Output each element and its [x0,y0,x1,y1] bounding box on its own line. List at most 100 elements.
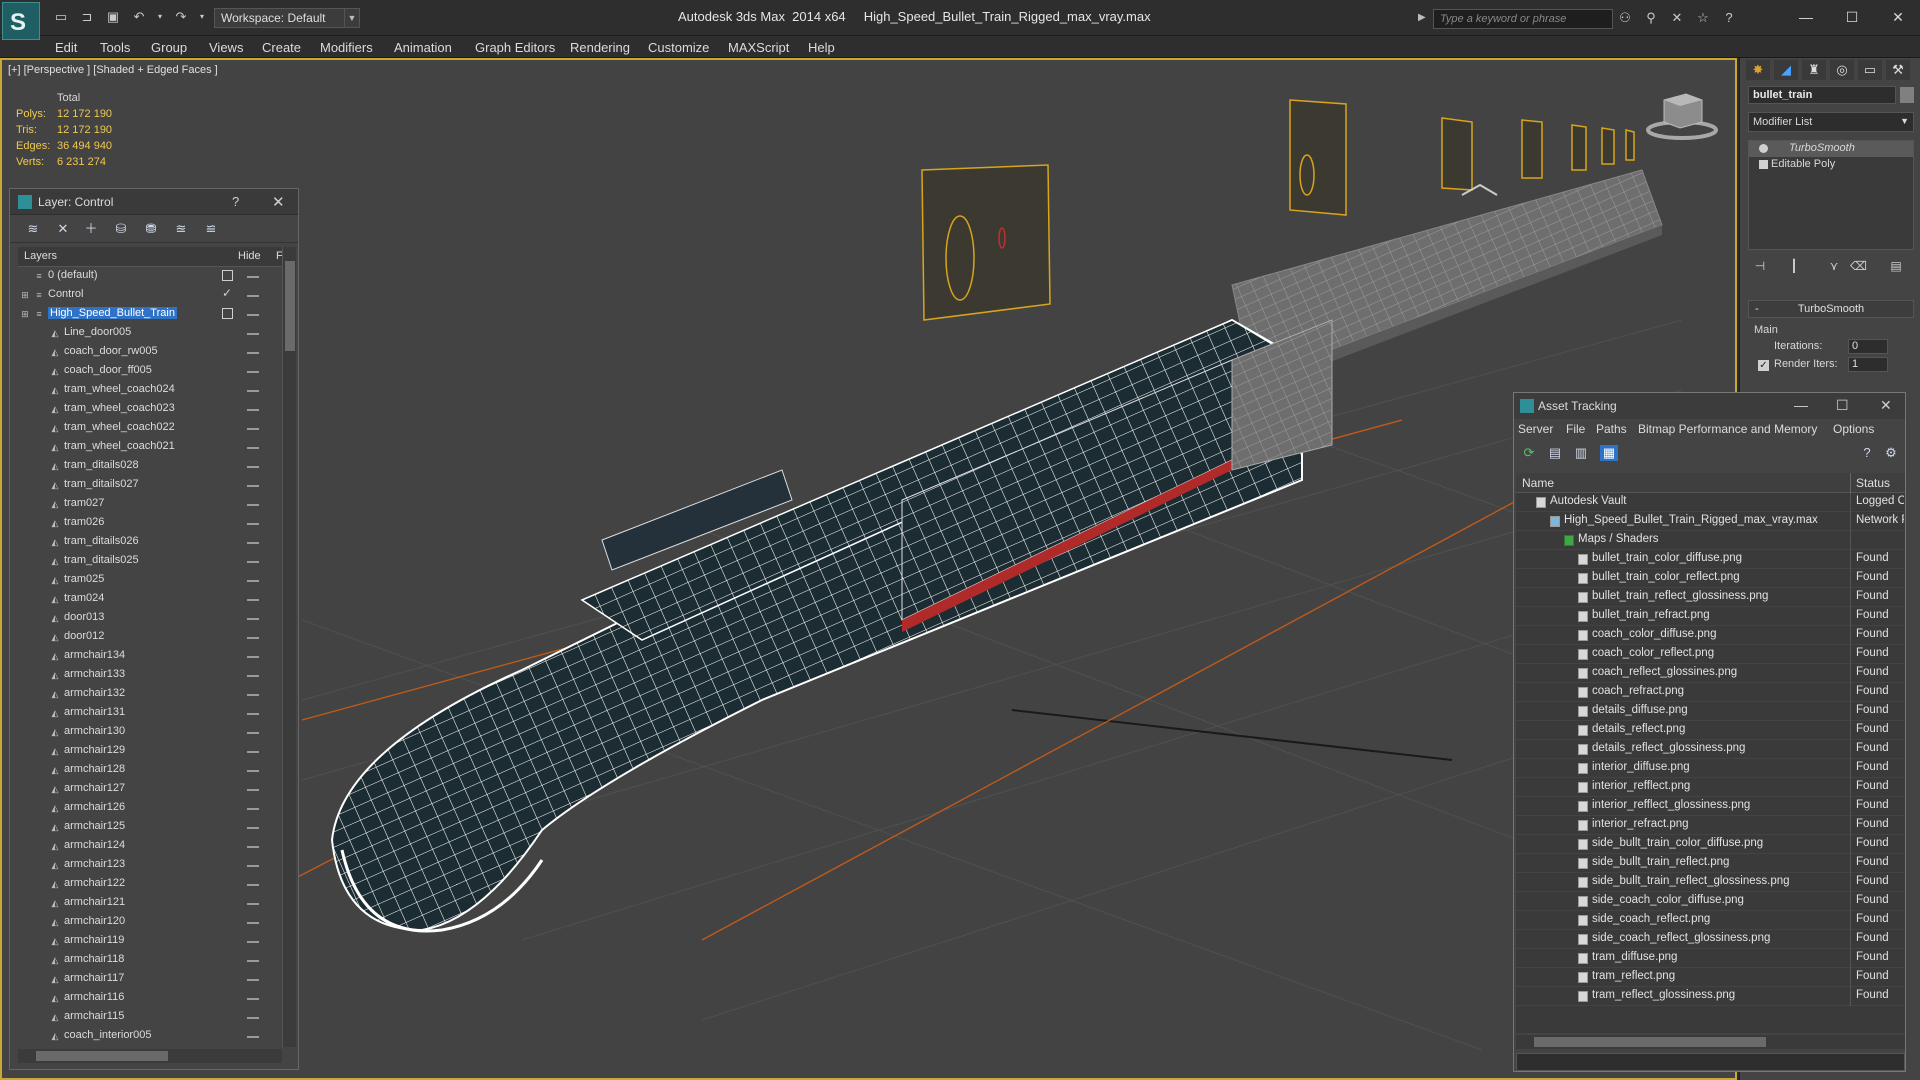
asset-row[interactable]: coach_refract.png Found [1516,683,1905,702]
layer-row[interactable]: ◭ armchair128 [18,761,282,780]
hide-toggle[interactable] [247,333,259,335]
rollout-header[interactable]: - TurboSmooth [1748,300,1914,318]
asset-row[interactable]: Maps / Shaders [1516,531,1905,550]
layer-name[interactable]: armchair127 [64,782,125,794]
asset-row[interactable]: tram_reflect_glossiness.png Found [1516,987,1905,1006]
stack-item-editable-poly[interactable]: Editable Poly [1749,157,1913,173]
close-panel-button[interactable]: ✕ [272,193,285,211]
minimize-button[interactable]: — [1790,5,1822,29]
asset-row[interactable]: side_coach_color_diffuse.png Found [1516,892,1905,911]
menu-animation[interactable]: Animation [394,40,452,55]
asset-path-field[interactable] [1516,1053,1905,1071]
layer-row[interactable]: ◭ armchair116 [18,989,282,1008]
asset-close-button[interactable]: ✕ [1880,397,1892,414]
asset-horizontal-scrollbar[interactable] [1516,1035,1905,1049]
hide-toggle[interactable] [247,1036,259,1038]
list-view-icon[interactable]: ▤ [1546,445,1564,461]
menu-customize[interactable]: Customize [648,40,709,55]
hide-toggle[interactable] [247,409,259,411]
utilities-tab-icon[interactable]: ⚒ [1886,60,1910,80]
open-file-icon[interactable]: ⊐ [78,9,96,25]
layer-name[interactable]: tram_ditails027 [64,478,139,490]
modify-tab-icon[interactable]: ◢ [1774,60,1798,80]
layer-name[interactable]: armchair120 [64,915,125,927]
hide-toggle[interactable] [247,770,259,772]
hide-toggle[interactable] [247,637,259,639]
menu-maxscript[interactable]: MAXScript [728,40,789,55]
hide-toggle[interactable] [247,656,259,658]
modifier-list-dropdown[interactable]: Modifier List ▼ [1748,112,1914,132]
layer-row[interactable]: ◭ tram_wheel_coach021 [18,438,282,457]
asset-row[interactable]: Autodesk Vault Logged Out [1516,493,1905,512]
menu-graph-editors[interactable]: Graph Editors [475,40,555,55]
refresh-icon[interactable]: ⟳ [1520,445,1538,461]
render-iters-spinner[interactable]: 1 [1848,357,1888,372]
select-objects-icon[interactable]: ⛁ [112,221,130,237]
hide-toggle[interactable] [247,884,259,886]
layer-row[interactable]: ◭ tram026 [18,514,282,533]
col-name-header[interactable]: Name [1522,476,1554,490]
add-to-layer-icon[interactable]: ＋ [82,221,100,237]
remove-modifier-icon[interactable]: ⌫ [1850,258,1867,274]
hide-all-icon[interactable]: ≊ [172,221,190,237]
layer-name[interactable]: door012 [64,630,104,642]
layer-name[interactable]: armchair132 [64,687,125,699]
hide-toggle[interactable] [247,979,259,981]
layer-name[interactable]: armchair133 [64,668,125,680]
layer-name[interactable]: tram_ditails026 [64,535,139,547]
asset-row[interactable]: side_coach_reflect.png Found [1516,911,1905,930]
layer-row[interactable]: ◭ tram027 [18,495,282,514]
detail-view-icon[interactable]: ▥ [1572,445,1590,461]
new-file-icon[interactable]: ▭ [52,9,70,25]
column-divider[interactable] [1850,473,1851,493]
expand-icon[interactable]: ⊞ [20,309,30,319]
col-layers-header[interactable]: Layers [24,250,57,262]
layer-name[interactable]: Control [48,288,83,300]
layer-name[interactable]: tram_ditails025 [64,554,139,566]
layer-row[interactable]: ◭ armchair123 [18,856,282,875]
hide-toggle[interactable] [247,960,259,962]
search-expand-icon[interactable]: ▶ [1418,12,1426,23]
layer-name[interactable]: armchair116 [64,991,124,1003]
favorites-star-icon[interactable]: ☆ [1694,10,1712,26]
layer-name[interactable]: armchair134 [64,649,125,661]
hierarchy-tab-icon[interactable]: ♜ [1802,60,1826,80]
layer-row[interactable]: ◭ armchair132 [18,685,282,704]
asset-row[interactable]: bullet_train_reflect_glossiness.png Found [1516,588,1905,607]
hide-toggle[interactable] [247,713,259,715]
layer-name[interactable]: coach_door_rw005 [64,345,158,357]
asset-row[interactable]: High_Speed_Bullet_Train_Rigged_max_vray.… [1516,512,1905,531]
asset-window-titlebar[interactable]: Asset Tracking — ☐ ✕ [1514,393,1905,419]
expand-icon[interactable]: ⊞ [20,290,30,300]
layer-name[interactable]: High_Speed_Bullet_Train [48,307,177,319]
layer-row[interactable]: ◭ Line_door005 [18,324,282,343]
hide-toggle[interactable] [247,447,259,449]
maximize-button[interactable]: ☐ [1836,5,1868,29]
layer-row[interactable]: ◭ tram025 [18,571,282,590]
layer-row[interactable]: ◭ armchair134 [18,647,282,666]
hide-toggle[interactable] [247,694,259,696]
freeze-all-icon[interactable]: ≌ [202,221,220,237]
layer-name[interactable]: armchair122 [64,877,125,889]
iterations-spinner[interactable]: 0 [1848,339,1888,354]
layer-name[interactable]: armchair119 [64,934,124,946]
col-hide-header[interactable]: Hide [238,250,261,262]
layer-row[interactable]: ◭ armchair126 [18,799,282,818]
asset-row[interactable]: tram_diffuse.png Found [1516,949,1905,968]
layer-row[interactable]: ◭ coach_door_ff005 [18,362,282,381]
hide-toggle[interactable] [247,846,259,848]
layer-name[interactable]: tram024 [64,592,104,604]
layer-row[interactable]: ◭ tram_ditails027 [18,476,282,495]
asset-row[interactable]: side_bullt_train_reflect.png Found [1516,854,1905,873]
object-name-field[interactable]: bullet_train [1748,86,1896,104]
hide-toggle[interactable] [247,599,259,601]
object-color-swatch[interactable] [1900,87,1914,103]
menu-help[interactable]: Help [808,40,835,55]
layer-row[interactable]: ◭ tram_wheel_coach023 [18,400,282,419]
layer-name[interactable]: armchair128 [64,763,125,775]
layer-name[interactable]: armchair126 [64,801,125,813]
layer-row[interactable]: ◭ armchair115 [18,1008,282,1027]
menu-group[interactable]: Group [151,40,187,55]
hide-toggle[interactable] [247,903,259,905]
hide-toggle[interactable] [247,523,259,525]
